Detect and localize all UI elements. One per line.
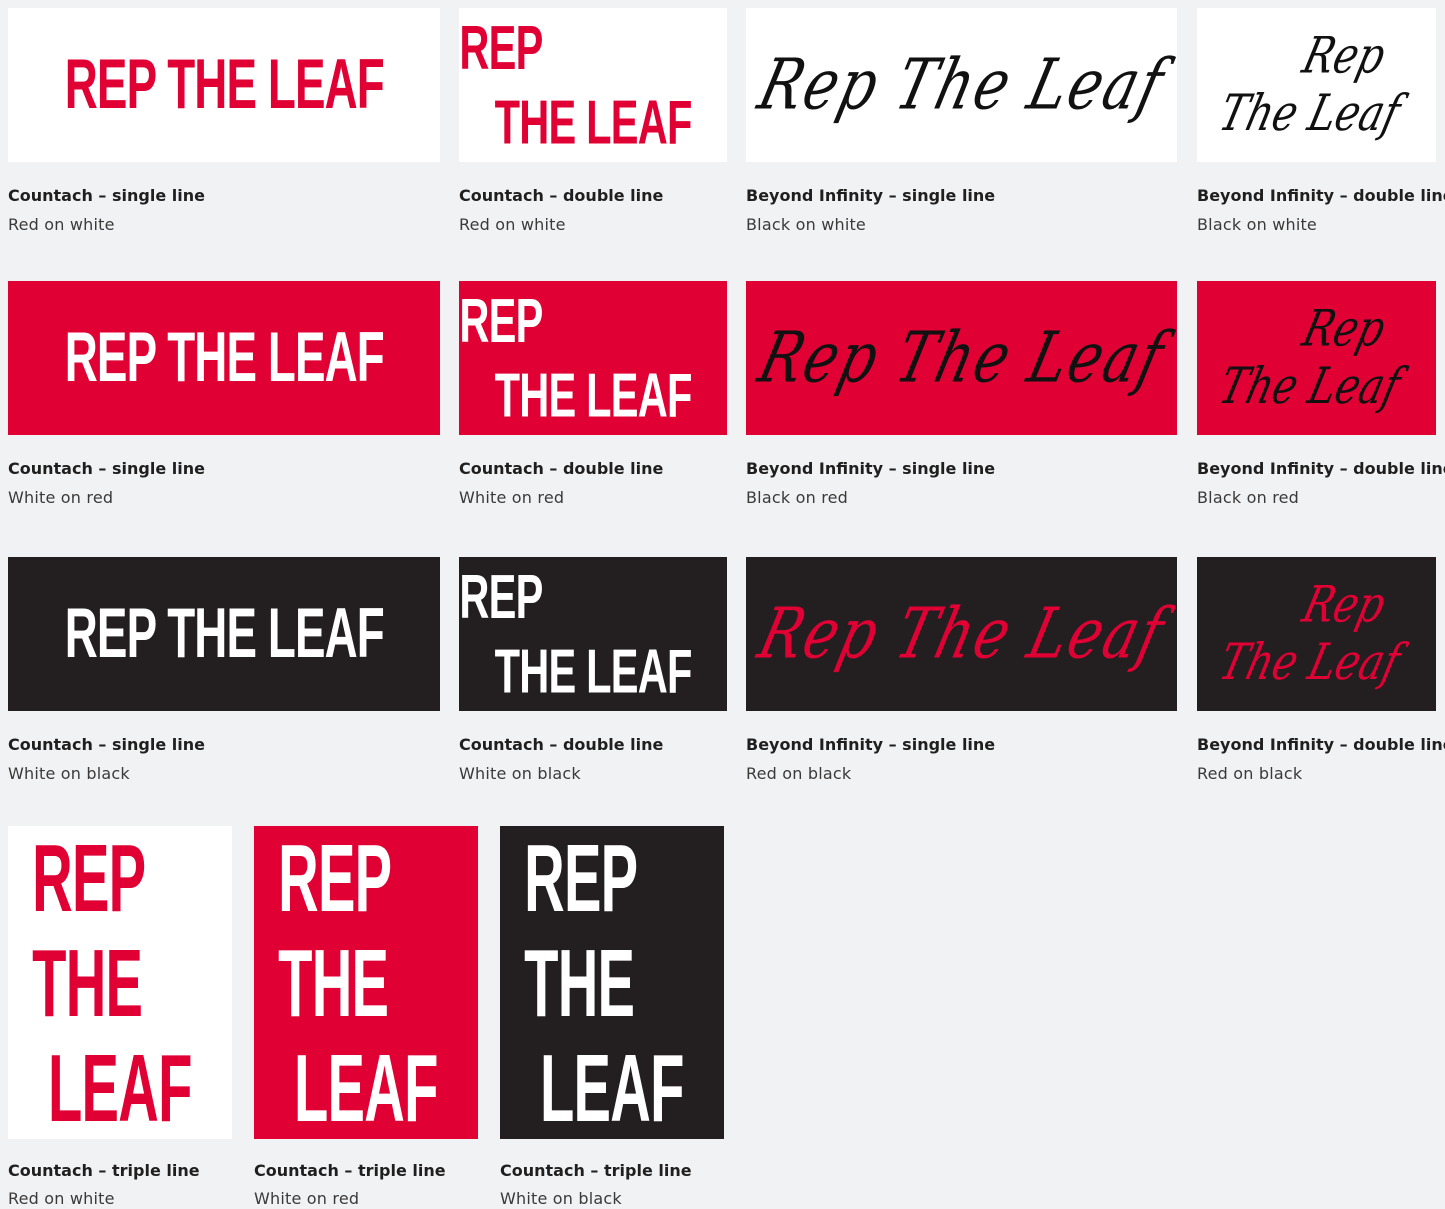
variant-colorway: Red on white — [8, 1189, 115, 1208]
wordmark-script-single: Rep The Leaf — [750, 317, 1173, 399]
wordmark-line: LEAF — [294, 1033, 438, 1139]
logo-card: REP THE LEAF Countach – double line Whit… — [459, 557, 727, 784]
wordmark-line: The Leaf — [1213, 634, 1406, 692]
variant-title: Countach – triple line — [500, 1161, 692, 1180]
variant-colorway: Red on black — [746, 764, 852, 783]
variant-title: Countach – triple line — [8, 1161, 200, 1180]
logo-card: REP THE LEAF Countach – triple line Red … — [8, 826, 232, 1209]
wordmark-countach-double: REP THE LEAF — [459, 12, 693, 161]
logo-tile: Rep The Leaf — [746, 8, 1177, 162]
variant-colorway: Black on red — [1197, 488, 1300, 507]
logo-tile: REP THE LEAF — [8, 281, 440, 435]
wordmark-script-double: Rep The Leaf — [1213, 301, 1419, 416]
variant-colorway: Red on black — [1197, 764, 1303, 783]
variant-title: Beyond Infinity – double line — [1197, 735, 1445, 754]
variant-title: Countach – single line — [8, 735, 205, 754]
variant-title: Countach – single line — [8, 459, 205, 478]
wordmark-line: Rep — [1296, 300, 1391, 359]
wordmark-countach-single: REP THE LEAF — [64, 318, 384, 398]
variant-colorway: White on black — [500, 1189, 622, 1208]
logo-tile: REP THE LEAF — [500, 826, 724, 1139]
logo-tile: REP THE LEAF — [254, 826, 478, 1139]
logo-tile: REP THE LEAF — [459, 281, 727, 435]
variant-title: Beyond Infinity – single line — [746, 735, 996, 754]
wordmark-line: Rep — [1296, 576, 1391, 635]
variant-colorway: White on red — [254, 1189, 360, 1208]
logo-tile: Rep The Leaf — [746, 557, 1177, 711]
wordmark-countach-single: REP THE LEAF — [64, 45, 384, 125]
variant-title: Beyond Infinity – double line — [1197, 186, 1445, 205]
logo-card: REP THE LEAF Countach – double line Whit… — [459, 281, 727, 508]
wordmark-line: REP — [459, 563, 543, 633]
logo-card: REP THE LEAF Countach – triple line Whit… — [254, 826, 478, 1209]
logo-tile: REP THE LEAF — [459, 8, 727, 162]
wordmark-line: LEAF — [48, 1033, 192, 1139]
wordmark-script-single: Rep The Leaf — [750, 593, 1173, 675]
wordmark-countach-triple: REP THE LEAF — [524, 826, 684, 1139]
wordmark-line: REP — [278, 826, 392, 932]
variant-title: Countach – triple line — [254, 1161, 446, 1180]
logo-tile: Rep The Leaf — [1197, 557, 1436, 711]
variant-colorway: White on red — [459, 488, 565, 507]
variant-title: Countach – double line — [459, 735, 664, 754]
wordmark-line: THE — [524, 928, 635, 1037]
wordmark-script-double: Rep The Leaf — [1213, 28, 1419, 143]
logo-card: REP THE LEAF Countach – triple line Whit… — [500, 826, 724, 1209]
wordmark-line: LEAF — [540, 1033, 684, 1139]
logo-tile: Rep The Leaf — [1197, 281, 1436, 435]
logo-card: Rep The Leaf Beyond Infinity – single li… — [746, 8, 1177, 235]
variant-colorway: Black on white — [1197, 215, 1317, 234]
wordmark-line: REP — [459, 13, 543, 84]
logo-tile: REP THE LEAF — [8, 8, 440, 162]
wordmark-countach-double: REP THE LEAF — [459, 285, 693, 434]
variant-colorway: Red on white — [459, 215, 566, 234]
wordmark-script-single: Rep The Leaf — [750, 44, 1173, 126]
wordmark-line: REP — [524, 826, 638, 932]
variant-title: Beyond Infinity – single line — [746, 459, 996, 478]
wordmark-script-double: Rep The Leaf — [1213, 577, 1419, 692]
variant-title: Beyond Infinity – double line — [1197, 459, 1445, 478]
wordmark-line: THE LEAF — [494, 361, 693, 431]
wordmark-countach-single: REP THE LEAF — [64, 594, 384, 674]
logo-tile: Rep The Leaf — [1197, 8, 1436, 162]
wordmark-line: REP — [32, 826, 146, 932]
wordmark-line: THE LEAF — [494, 637, 693, 707]
variant-colorway: White on black — [459, 764, 581, 783]
logo-card: Rep The Leaf Beyond Infinity – double li… — [1197, 281, 1445, 508]
logo-card: REP THE LEAF Countach – single line Whit… — [8, 281, 440, 508]
variant-colorway: Red on white — [8, 215, 115, 234]
wordmark-line: The Leaf — [1213, 358, 1406, 416]
wordmark-countach-double: REP THE LEAF — [459, 561, 693, 710]
wordmark-line: The Leaf — [1213, 85, 1406, 143]
wordmark-line: Rep — [1296, 27, 1391, 86]
variant-colorway: Black on red — [746, 488, 849, 507]
logo-tile: REP THE LEAF — [8, 826, 232, 1139]
logo-card: REP THE LEAF Countach – double line Red … — [459, 8, 727, 235]
variant-title: Beyond Infinity – single line — [746, 186, 996, 205]
variant-title: Countach – double line — [459, 186, 664, 205]
wordmark-line: REP — [459, 287, 543, 357]
logo-card: Rep The Leaf Beyond Infinity – single li… — [746, 281, 1177, 508]
variant-colorway: Black on white — [746, 215, 866, 234]
logo-card: REP THE LEAF Countach – single line Whit… — [8, 557, 440, 784]
variant-title: Countach – double line — [459, 459, 664, 478]
logo-tile: REP THE LEAF — [459, 557, 727, 711]
variant-colorway: White on black — [8, 764, 130, 783]
wordmark-line: THE LEAF — [494, 88, 693, 158]
logo-card: Rep The Leaf Beyond Infinity – single li… — [746, 557, 1177, 784]
logo-tile: Rep The Leaf — [746, 281, 1177, 435]
logo-card: REP THE LEAF Countach – single line Red … — [8, 8, 440, 235]
variant-title: Countach – single line — [8, 186, 205, 205]
wordmark-countach-triple: REP THE LEAF — [278, 826, 438, 1139]
wordmark-line: THE — [32, 928, 143, 1037]
wordmark-line: THE — [278, 928, 389, 1037]
wordmark-countach-triple: REP THE LEAF — [32, 826, 192, 1139]
variant-colorway: White on red — [8, 488, 114, 507]
logo-tile: REP THE LEAF — [8, 557, 440, 711]
logo-card: Rep The Leaf Beyond Infinity – double li… — [1197, 8, 1445, 235]
logo-card: Rep The Leaf Beyond Infinity – double li… — [1197, 557, 1445, 784]
